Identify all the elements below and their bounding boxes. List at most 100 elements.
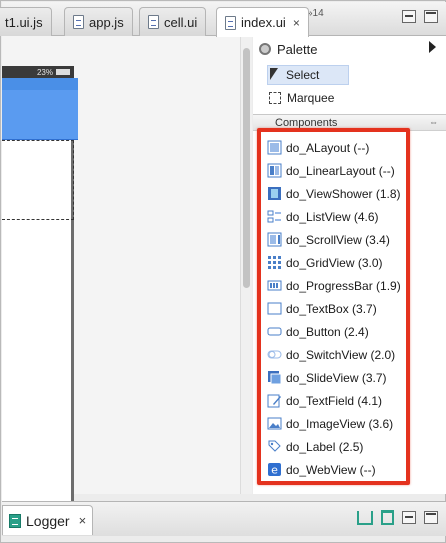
tab-cell-ui[interactable]: cell.ui bbox=[139, 7, 207, 36]
export-icon[interactable] bbox=[357, 510, 373, 525]
component-gridview[interactable]: do_GridView (3.0) bbox=[267, 251, 419, 274]
scrollbar-thumb[interactable] bbox=[243, 48, 250, 288]
component-textfield[interactable]: do_TextField (4.1) bbox=[267, 389, 419, 412]
palette-header[interactable]: Palette bbox=[253, 38, 446, 60]
tab-index-ui[interactable]: index.ui × bbox=[216, 7, 309, 37]
maximize-icon[interactable] bbox=[424, 511, 438, 524]
cursor-icon bbox=[270, 68, 280, 82]
viewshower-icon bbox=[268, 187, 281, 200]
label-icon bbox=[268, 440, 281, 452]
tab-label: app.js bbox=[89, 14, 124, 30]
component-linearlayout[interactable]: do_LinearLayout (--) bbox=[267, 159, 419, 182]
tab-logger[interactable]: Logger × bbox=[2, 505, 94, 535]
component-label: do_LinearLayout (--) bbox=[286, 163, 395, 178]
component-alayout[interactable]: do_ALayout (--) bbox=[267, 136, 419, 159]
battery-percent: 23% bbox=[36, 67, 53, 77]
component-label: do_GridView (3.0) bbox=[286, 255, 383, 270]
palette-title: Palette bbox=[277, 41, 318, 57]
tab-overflow-indicator[interactable]: »14 bbox=[307, 8, 324, 19]
editor-tab-bar: t1.ui.js app.js cell.ui index.ui × »14 bbox=[0, 2, 446, 37]
trash-icon[interactable] bbox=[381, 510, 394, 525]
tool-label: Select bbox=[286, 68, 320, 82]
bottom-panel-bar: Logger × bbox=[2, 501, 446, 536]
gridview-icon bbox=[268, 256, 281, 269]
textbox-icon bbox=[267, 302, 282, 315]
components-title: Components bbox=[275, 116, 338, 129]
component-label: do_ALayout (--) bbox=[286, 140, 370, 155]
minimize-icon[interactable] bbox=[402, 511, 416, 524]
design-canvas[interactable]: 23% bbox=[2, 36, 240, 506]
component-label: do_ViewShower (1.8) bbox=[286, 186, 401, 201]
tab-label: Logger bbox=[26, 512, 70, 529]
tab-label: cell.ui bbox=[164, 14, 198, 30]
tool-select[interactable]: Select bbox=[267, 65, 349, 85]
webview-icon: e bbox=[268, 463, 281, 477]
ui-file-icon bbox=[225, 15, 236, 30]
logger-icon bbox=[9, 513, 21, 528]
selected-layout-block[interactable] bbox=[2, 90, 78, 140]
header-bar[interactable] bbox=[2, 78, 78, 90]
component-label: do_WebView (--) bbox=[286, 462, 376, 477]
imageview-icon bbox=[267, 417, 282, 430]
component-progressbar[interactable]: do_ProgressBar (1.9) bbox=[267, 274, 419, 297]
linearlayout-icon bbox=[267, 163, 282, 178]
component-imageview[interactable]: do_ImageView (3.6) bbox=[267, 412, 419, 435]
editor-scrollbar[interactable] bbox=[240, 36, 252, 494]
textfield-icon bbox=[267, 394, 281, 408]
battery-icon bbox=[56, 69, 70, 75]
marquee-icon bbox=[269, 92, 281, 104]
component-label: do_ScrollView (3.4) bbox=[286, 232, 390, 247]
palette-icon bbox=[259, 43, 271, 55]
component-label: do_Button (2.4) bbox=[286, 324, 369, 339]
tab-label: t1.ui.js bbox=[5, 14, 43, 30]
component-switchview[interactable]: do_SwitchView (2.0) bbox=[267, 343, 419, 366]
tab-t1-ui-js[interactable]: t1.ui.js bbox=[0, 7, 52, 36]
component-viewshower[interactable]: do_ViewShower (1.8) bbox=[267, 182, 419, 205]
ide-window: t1.ui.js app.js cell.ui index.ui × »14 2… bbox=[0, 0, 446, 543]
component-label[interactable]: do_Label (2.5) bbox=[267, 435, 419, 458]
component-slideview[interactable]: do_SlideView (3.7) bbox=[267, 366, 419, 389]
collapse-icon[interactable]: ⇔ bbox=[429, 117, 438, 127]
palette-panel: Palette Select Marquee Components ⇔ do_A… bbox=[253, 36, 446, 494]
button-icon bbox=[267, 327, 282, 336]
close-icon[interactable]: × bbox=[293, 16, 300, 30]
component-label: do_SlideView (3.7) bbox=[286, 370, 387, 385]
progressbar-icon bbox=[267, 280, 282, 291]
component-webview[interactable]: e do_WebView (--) bbox=[267, 458, 419, 481]
expand-arrow-icon[interactable] bbox=[429, 41, 436, 53]
component-label: do_TextField (4.1) bbox=[286, 393, 383, 408]
component-label: do_ImageView (3.6) bbox=[286, 416, 394, 431]
slideview-icon bbox=[268, 371, 282, 385]
maximize-icon[interactable] bbox=[424, 10, 438, 23]
components-list: do_ALayout (--) do_LinearLayout (--) do_… bbox=[267, 136, 419, 481]
component-label: do_Label (2.5) bbox=[286, 439, 364, 454]
component-scrollview[interactable]: do_ScrollView (3.4) bbox=[267, 228, 419, 251]
window-controls bbox=[402, 10, 438, 23]
component-listview[interactable]: do_ListView (4.6) bbox=[267, 205, 419, 228]
close-icon[interactable]: × bbox=[79, 513, 87, 528]
tab-label: index.ui bbox=[241, 15, 286, 30]
switchview-icon bbox=[267, 350, 282, 359]
tool-label: Marquee bbox=[287, 91, 335, 105]
svg-text:e: e bbox=[271, 464, 278, 477]
tool-marquee[interactable]: Marquee bbox=[267, 88, 349, 108]
phone-preview[interactable]: 23% bbox=[2, 66, 78, 506]
tab-app-js[interactable]: app.js bbox=[64, 7, 133, 36]
components-drawer-header[interactable]: Components ⇔ bbox=[253, 115, 446, 131]
component-label: do_ListView (4.6) bbox=[286, 209, 379, 224]
component-button[interactable]: do_Button (2.4) bbox=[267, 320, 419, 343]
component-textbox[interactable]: do_TextBox (3.7) bbox=[267, 297, 419, 320]
listview-icon bbox=[267, 210, 281, 223]
design-editor: 23% bbox=[2, 36, 252, 506]
component-label: do_TextBox (3.7) bbox=[286, 301, 377, 316]
layout-outline[interactable] bbox=[2, 140, 74, 220]
component-label: do_SwitchView (2.0) bbox=[286, 347, 396, 362]
component-label: do_ProgressBar (1.9) bbox=[286, 278, 401, 293]
minimize-icon[interactable] bbox=[402, 10, 416, 23]
alayout-icon bbox=[267, 140, 282, 155]
scrollview-icon bbox=[267, 232, 282, 247]
logger-toolbar bbox=[357, 510, 438, 525]
phone-status-bar: 23% bbox=[2, 66, 74, 78]
ui-file-icon bbox=[148, 15, 159, 29]
js-file-icon bbox=[73, 15, 84, 29]
